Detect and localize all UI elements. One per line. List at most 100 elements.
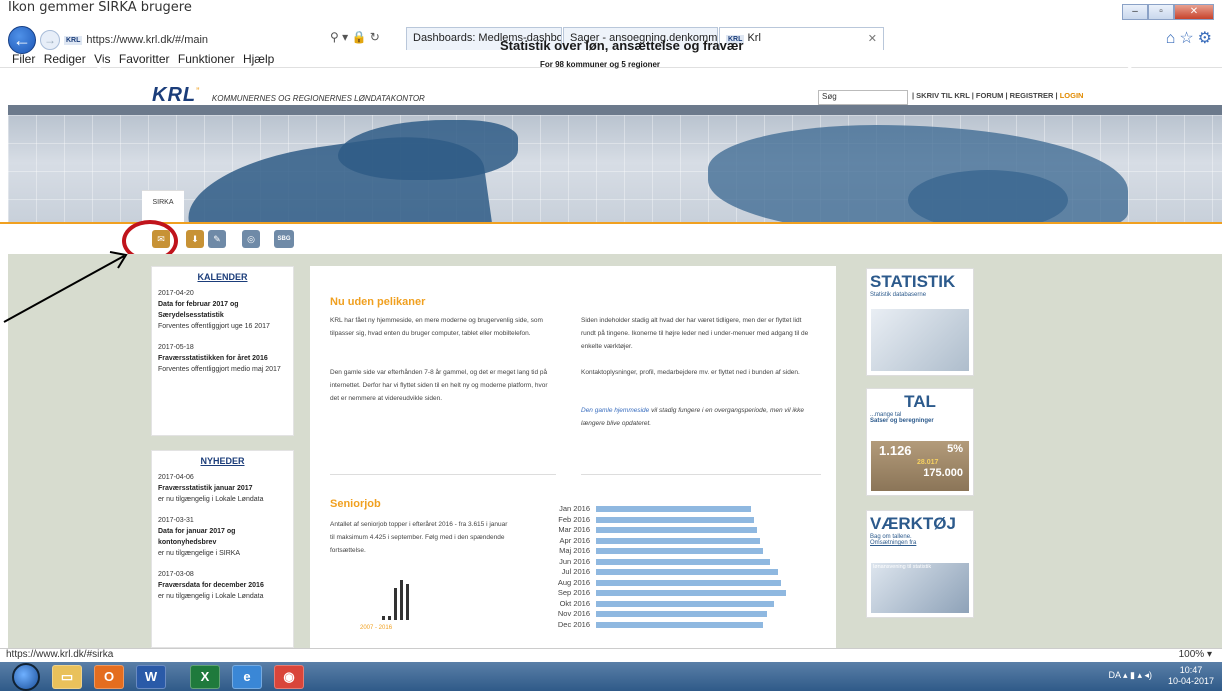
- nyheder-title[interactable]: NYHEDER: [158, 456, 287, 466]
- kalender-title[interactable]: KALENDER: [158, 272, 287, 282]
- news-paragraph: Kontaktoplysninger, profil, medarbejdere…: [581, 369, 800, 376]
- chart-tick-label: Feb 2016: [558, 514, 590, 524]
- browser-tools: ⌂☆⚙: [1166, 28, 1216, 48]
- widget-title: VÆRKTØJ: [870, 514, 956, 533]
- widget-title: STATISTIK: [870, 272, 956, 291]
- address-bar[interactable]: KRL https://www.krl.dk/#/main: [64, 30, 364, 50]
- sirka-tab[interactable]: SIRKA: [142, 190, 184, 222]
- chart-bar: [596, 621, 763, 628]
- zoom-level[interactable]: 100% ▾: [1179, 649, 1212, 660]
- menu-rediger[interactable]: Rediger: [44, 52, 86, 66]
- chart-bar: [596, 611, 767, 617]
- download-icon[interactable]: ⬇: [186, 230, 204, 248]
- widget-subtitle: Statistik databaserne: [870, 292, 927, 298]
- chart-tick-label: Jul 2016: [561, 567, 590, 576]
- site-search-input[interactable]: Søg: [818, 90, 908, 105]
- old-site-link[interactable]: Den gamle hjemmeside: [581, 407, 649, 414]
- help-icon[interactable]: ◎: [242, 230, 260, 248]
- menu-favoritter[interactable]: Favoritter: [119, 52, 170, 66]
- menu-funktioner[interactable]: Funktioner: [178, 52, 235, 66]
- forward-button[interactable]: →: [40, 30, 60, 50]
- news-heading: Nu uden pelikaner: [330, 296, 426, 308]
- explorer-icon[interactable]: ▭: [52, 665, 82, 689]
- menu-filer[interactable]: Filer: [12, 52, 35, 66]
- status-url: https://www.krl.dk/#sirka: [6, 649, 114, 660]
- news-paragraph: Den gamle hjemmeside vil stadig fungere …: [581, 407, 804, 427]
- carousel-next-icon[interactable]: ›: [1124, 50, 1133, 81]
- chart-tick-label: Apr 2016: [559, 535, 590, 545]
- chart-bar: [596, 600, 774, 607]
- chart-tick-label: Nov 2016: [557, 609, 590, 618]
- excel-icon[interactable]: X: [190, 665, 220, 689]
- chart-bar: [596, 579, 781, 586]
- gear-icon[interactable]: ⚙: [1198, 30, 1216, 47]
- kalender-card: KALENDER 2017-04-20 Data for februar 201…: [151, 266, 294, 436]
- banner-title: Statistik over løn, ansættelse og fravær: [500, 38, 744, 53]
- widget-title: TAL: [904, 392, 936, 411]
- seniorjob-thumbnail-chart[interactable]: 2007 - 2016: [334, 568, 414, 631]
- clock[interactable]: 10:47 10-04-2017: [1168, 665, 1214, 687]
- nyheder-card: NYHEDER 2017-04-06 Fraværsstatistik janu…: [151, 450, 294, 648]
- seniorjob-heading: Seniorjob: [330, 498, 381, 510]
- list-item[interactable]: 2017-03-08 Fraværsdata for december 2016…: [158, 569, 287, 602]
- site-favicon: KRL: [64, 35, 83, 45]
- chrome-icon[interactable]: ◉: [274, 665, 304, 689]
- search-icon[interactable]: ⚲: [330, 30, 339, 44]
- list-item[interactable]: 2017-04-20 Data for februar 2017 og Særy…: [158, 288, 287, 332]
- menu-hjaelp[interactable]: Hjælp: [243, 52, 274, 66]
- window-controls: – ▫ ✕: [1122, 4, 1214, 20]
- tal-widget[interactable]: TAL ...mange tal Satser og beregninger 1…: [866, 388, 974, 496]
- divider: [581, 474, 821, 475]
- news-paragraph: Siden indeholder stadig alt hvad der har…: [581, 317, 809, 350]
- star-icon[interactable]: ☆: [1179, 30, 1197, 47]
- seniorjob-bar-chart: Jan 2016 Feb 2016 Mar 2016 Apr 2016 Maj 2016…: [528, 504, 798, 648]
- address-tools[interactable]: ⚲ ▾ 🔒 ↻: [330, 30, 380, 44]
- login-link[interactable]: LOGIN: [1060, 91, 1084, 100]
- internet-explorer-icon[interactable]: e: [232, 665, 262, 689]
- banner-subtitle: For 98 kommuner og 5 regioner: [540, 60, 661, 69]
- site-logo[interactable]: KRL” KOMMUNERNES OG REGIONERNES LØNDATAK…: [152, 84, 425, 107]
- chart-tick-label: Jun 2016: [559, 556, 590, 566]
- lock-icon: 🔒: [351, 30, 367, 44]
- chart-bar: [596, 506, 751, 512]
- close-window-button[interactable]: ✕: [1174, 4, 1214, 20]
- minimize-button[interactable]: –: [1122, 4, 1148, 20]
- annotation-text: Ikon gemmer SIRKA brugere: [8, 0, 192, 15]
- chart-bar: [596, 569, 778, 575]
- list-item[interactable]: 2017-03-31 Data for januar 2017 og konto…: [158, 515, 287, 559]
- maximize-button[interactable]: ▫: [1148, 4, 1174, 20]
- chart-bar: [596, 548, 763, 554]
- chart-bar: [596, 590, 786, 596]
- top-links[interactable]: | SKRIV TIL KRL | FORUM | REGISTRER | LO…: [912, 91, 1083, 100]
- list-item[interactable]: 2017-05-18 Fraværsstatistikken for året …: [158, 342, 287, 375]
- chart-tick-label: Okt 2016: [559, 598, 590, 608]
- chart-tick-label: Maj 2016: [559, 546, 590, 555]
- spark-caption: 2007 - 2016: [360, 625, 393, 631]
- refresh-icon[interactable]: ↻: [370, 30, 380, 44]
- hero-banner: [8, 105, 1222, 222]
- outlook-icon[interactable]: O: [94, 665, 124, 689]
- chart-tick-label: Jan 2016: [559, 504, 590, 513]
- thought-icon[interactable]: ✎: [208, 230, 226, 248]
- system-tray[interactable]: DA ▴ ▮ ▴ ◂): [1108, 670, 1152, 681]
- chart-tick-label: Dec 2016: [557, 619, 590, 629]
- news-paragraph: KRL har fået ny hjemmeside, en mere mode…: [330, 317, 543, 337]
- chart-tick-label: Mar 2016: [558, 525, 590, 534]
- vaerktoj-widget[interactable]: VÆRKTØJ Bag om tallene. Omsætningen fra …: [866, 510, 974, 618]
- statistik-widget[interactable]: STATISTIK Statistik databaserne: [866, 268, 974, 376]
- annotation-arrow: [3, 251, 128, 323]
- carousel-prev-icon[interactable]: ‹: [96, 50, 105, 81]
- list-item[interactable]: 2017-04-06 Fraværsstatistik januar 2017 …: [158, 472, 287, 505]
- start-button[interactable]: [12, 663, 40, 691]
- chart-tick-label: Sep 2016: [557, 588, 590, 597]
- word-icon[interactable]: W: [136, 665, 166, 689]
- status-bar: https://www.krl.dk/#sirka: [0, 648, 1222, 662]
- news-paragraph: Den gamle side var efterhånden 7-8 år ga…: [330, 369, 548, 402]
- sbg-icon[interactable]: SBG: [274, 230, 294, 248]
- chart-bar: [596, 537, 760, 544]
- chart-bar: [596, 527, 757, 533]
- url-text[interactable]: https://www.krl.dk/#/main: [86, 34, 276, 46]
- chart-bar: [596, 558, 770, 565]
- home-icon[interactable]: ⌂: [1166, 30, 1180, 47]
- icon-toolbar: ✉ ⬇ ✎ ◎ SBG: [0, 222, 1222, 254]
